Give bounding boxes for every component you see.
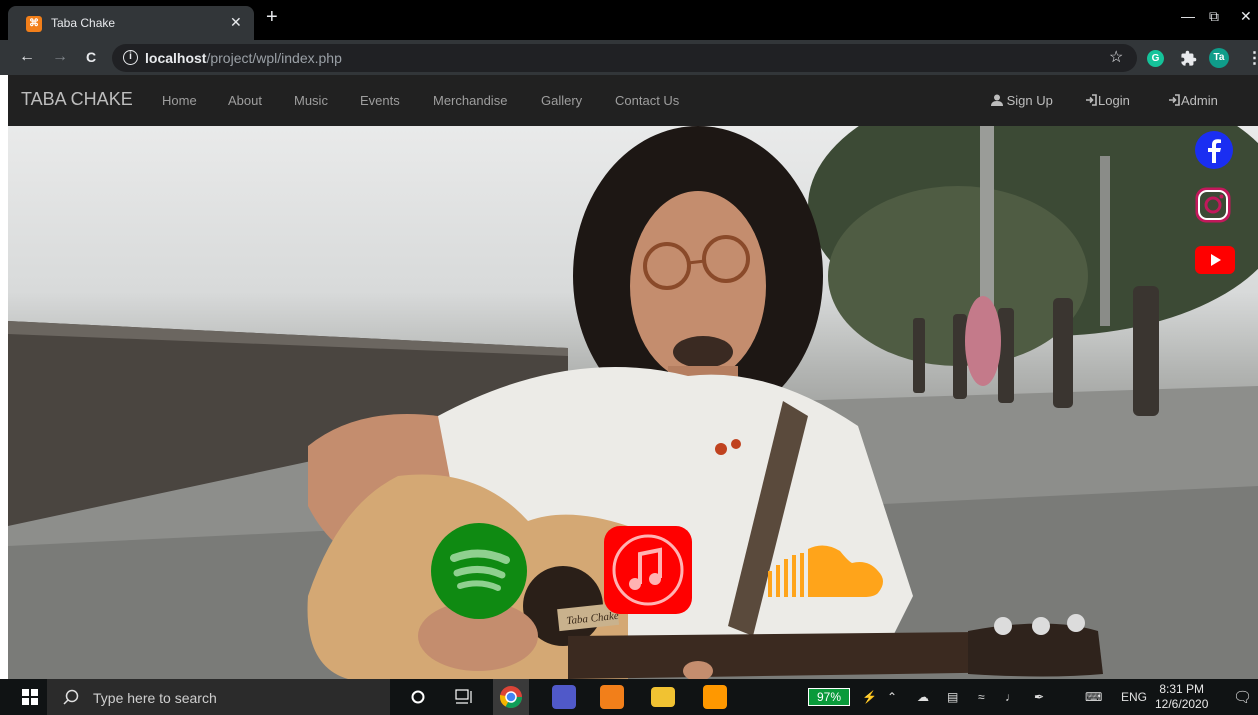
xampp-icon[interactable] — [600, 685, 624, 709]
clock[interactable]: 8:31 PM 12/6/2020 — [1155, 682, 1208, 712]
sublime-text-icon[interactable] — [703, 685, 727, 709]
tab-close-icon[interactable]: ✕ — [230, 14, 242, 31]
extensions-puzzle-icon[interactable] — [1180, 50, 1197, 67]
address-bar[interactable]: i localhost/project/wpl/index.php ☆ — [112, 44, 1137, 72]
new-tab-button[interactable]: + — [266, 7, 278, 27]
screen: ⌘ Taba Chake ✕ + — ⧉ ✕ ← → C i localhost… — [0, 0, 1258, 715]
chevron-up-icon[interactable]: ⌃ — [887, 690, 897, 704]
close-window-button[interactable]: ✕ — [1240, 8, 1252, 25]
chrome-taskbar-app[interactable] — [493, 679, 529, 715]
xampp-favicon-icon: ⌘ — [26, 16, 42, 32]
grammarly-extension-icon[interactable]: G — [1147, 50, 1164, 67]
nav-home[interactable]: Home — [162, 93, 197, 108]
taskbar-search-box[interactable]: Type here to search — [47, 679, 390, 715]
language-indicator[interactable]: ENG — [1121, 690, 1147, 704]
nav-music[interactable]: Music — [294, 93, 328, 108]
windows-start-icon[interactable] — [22, 689, 38, 705]
admin-link[interactable]: Admin — [1168, 93, 1218, 108]
wifi-icon[interactable]: ≈ — [978, 690, 985, 704]
url-path: /project/wpl/index.php — [206, 50, 342, 66]
login-label: Login — [1098, 93, 1130, 108]
profile-avatar[interactable]: Ta — [1209, 48, 1229, 68]
clock-date: 12/6/2020 — [1155, 697, 1209, 711]
keyboard-icon[interactable]: ⌨ — [1085, 690, 1102, 704]
nav-events[interactable]: Events — [360, 93, 400, 108]
bookmark-star-icon[interactable]: ☆ — [1109, 47, 1123, 67]
admin-label: Admin — [1181, 93, 1218, 108]
volume-icon[interactable]: ♩ — [1005, 690, 1017, 704]
nav-about[interactable]: About — [228, 93, 262, 108]
url-host: localhost — [145, 50, 207, 66]
info-icon[interactable]: i — [123, 50, 138, 65]
task-view-icon[interactable] — [455, 689, 473, 705]
browser-menu-icon[interactable]: ⋮ — [1246, 50, 1258, 67]
admin-login-icon — [1169, 94, 1180, 106]
tab-title: Taba Chake — [51, 16, 116, 30]
forward-button[interactable]: → — [52, 48, 68, 66]
signup-link[interactable]: Sign Up — [991, 93, 1053, 108]
file-explorer-icon[interactable] — [651, 687, 675, 707]
user-icon — [991, 94, 1003, 106]
browser-tabstrip: ⌘ Taba Chake ✕ + — ⧉ ✕ — [0, 0, 1258, 40]
nav-merchandise[interactable]: Merchandise — [433, 93, 507, 108]
nav-gallery[interactable]: Gallery — [541, 93, 582, 108]
youtube-icon[interactable] — [1194, 244, 1236, 276]
facebook-icon[interactable] — [1194, 130, 1234, 170]
search-placeholder: Type here to search — [93, 690, 217, 706]
windows-taskbar: Type here to search 97% ⚡ ⌃ ☁ ▤ ≈ ♩ ✒ ⌨ … — [0, 679, 1258, 715]
browser-toolbar: ← → C i localhost/project/wpl/index.php … — [0, 40, 1258, 75]
chrome-icon — [500, 686, 522, 708]
url-text: localhost/project/wpl/index.php — [145, 50, 342, 66]
hero-image: Taba Chake — [8, 126, 1258, 679]
pen-icon[interactable]: ✒ — [1034, 690, 1044, 704]
apple-music-icon[interactable] — [602, 526, 694, 614]
onedrive-icon[interactable]: ☁ — [917, 690, 929, 704]
battery-tray-icon[interactable]: ▤ — [947, 690, 958, 704]
minimize-button[interactable]: — — [1181, 8, 1195, 24]
nav-contact-us[interactable]: Contact Us — [615, 93, 679, 108]
reload-button[interactable]: C — [86, 49, 96, 65]
site-navbar: TABA CHAKE Home About Music Events Merch… — [8, 75, 1258, 126]
teams-icon[interactable] — [552, 685, 576, 709]
notifications-icon[interactable]: 🗨 — [1233, 688, 1252, 706]
power-plug-icon: ⚡ — [862, 690, 877, 704]
clock-time: 8:31 PM — [1159, 682, 1205, 696]
cortana-icon[interactable] — [411, 690, 425, 704]
spotify-icon[interactable] — [430, 522, 528, 620]
site-brand[interactable]: TABA CHAKE — [21, 89, 133, 110]
battery-indicator[interactable]: 97% — [808, 688, 850, 706]
signup-label: Sign Up — [1006, 93, 1053, 108]
search-icon — [63, 689, 79, 705]
restore-button[interactable]: ⧉ — [1209, 8, 1219, 25]
back-button[interactable]: ← — [19, 48, 35, 66]
instagram-icon[interactable] — [1194, 186, 1232, 224]
browser-tab[interactable]: ⌘ Taba Chake ✕ — [8, 6, 254, 40]
login-link[interactable]: Login — [1085, 93, 1130, 108]
login-icon — [1086, 94, 1097, 106]
soundcloud-icon[interactable] — [764, 541, 894, 601]
